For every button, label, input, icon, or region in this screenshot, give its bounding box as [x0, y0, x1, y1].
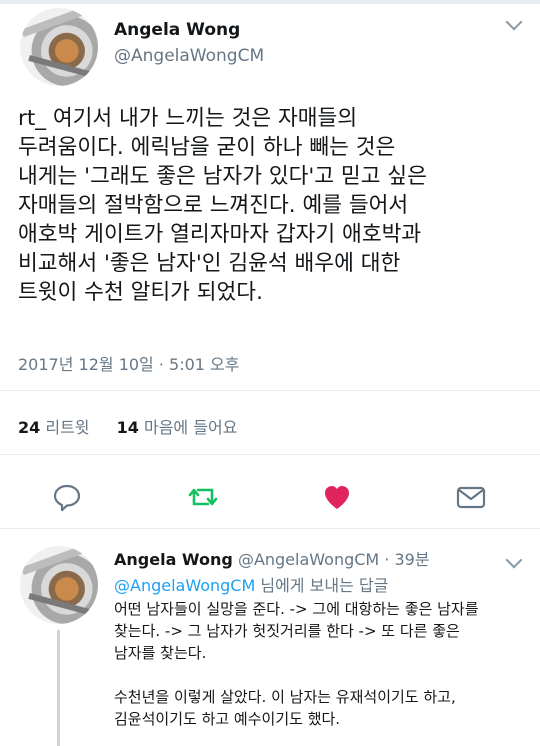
divider	[0, 528, 540, 529]
replying-to: @AngelaWongCM 님에게 보내는 답글	[114, 572, 388, 596]
thread-line	[57, 630, 60, 746]
chevron-down-icon[interactable]	[505, 551, 523, 569]
reply-tweet[interactable]: Angela Wong @AngelaWongCM · 39분 @AngelaW…	[0, 536, 540, 746]
mention-link[interactable]: @AngelaWongCM	[114, 576, 255, 595]
reply-body: 어떤 남자들이 실망을 준다. -> 그에 대항하는 좋은 남자를 찾는다. -…	[114, 600, 479, 728]
tweet-body: rt_ 여기서 내가 느끼는 것은 자매들의 두려움이다. 에릭남을 굳이 하나…	[18, 106, 427, 305]
main-tweet: Angela Wong @AngelaWongCM rt_ 여기서 내가 느끼는…	[0, 4, 540, 534]
tweet-stats: 24 리트윗 14 마음에 들어요	[18, 414, 259, 438]
reply-author-name[interactable]: Angela Wong	[114, 550, 233, 569]
author-handle[interactable]: @AngelaWongCM	[114, 46, 264, 66]
divider	[0, 454, 540, 455]
direct-message-button[interactable]	[456, 482, 486, 512]
retweets-count: 24	[18, 418, 41, 437]
likes-stat[interactable]: 14 마음에 들어요	[117, 418, 238, 437]
reply-button[interactable]	[52, 482, 82, 512]
avatar[interactable]	[20, 8, 98, 86]
retweet-button[interactable]	[188, 482, 218, 512]
retweets-label: 리트윗	[45, 418, 90, 437]
tweet-timestamp[interactable]: 2017년 12월 10일 · 5:01 오후	[18, 351, 239, 375]
retweets-stat[interactable]: 24 리트윗	[18, 418, 90, 437]
replying-to-suffix: 님에게 보내는 답글	[255, 576, 389, 595]
reply-header: Angela Wong @AngelaWongCM · 39분	[114, 546, 430, 570]
reply-handle-time[interactable]: @AngelaWongCM · 39분	[238, 550, 430, 569]
avatar[interactable]	[20, 546, 98, 624]
retweet-icon	[188, 488, 218, 506]
action-bar	[0, 474, 540, 518]
heart-icon	[325, 486, 349, 509]
author-name[interactable]: Angela Wong	[114, 20, 240, 40]
divider	[0, 390, 540, 391]
mail-icon	[456, 486, 486, 509]
reply-icon	[53, 484, 81, 512]
like-button[interactable]	[322, 482, 352, 512]
likes-count: 14	[116, 418, 139, 437]
likes-label: 마음에 들어요	[143, 418, 238, 437]
chevron-down-icon[interactable]	[505, 13, 523, 31]
